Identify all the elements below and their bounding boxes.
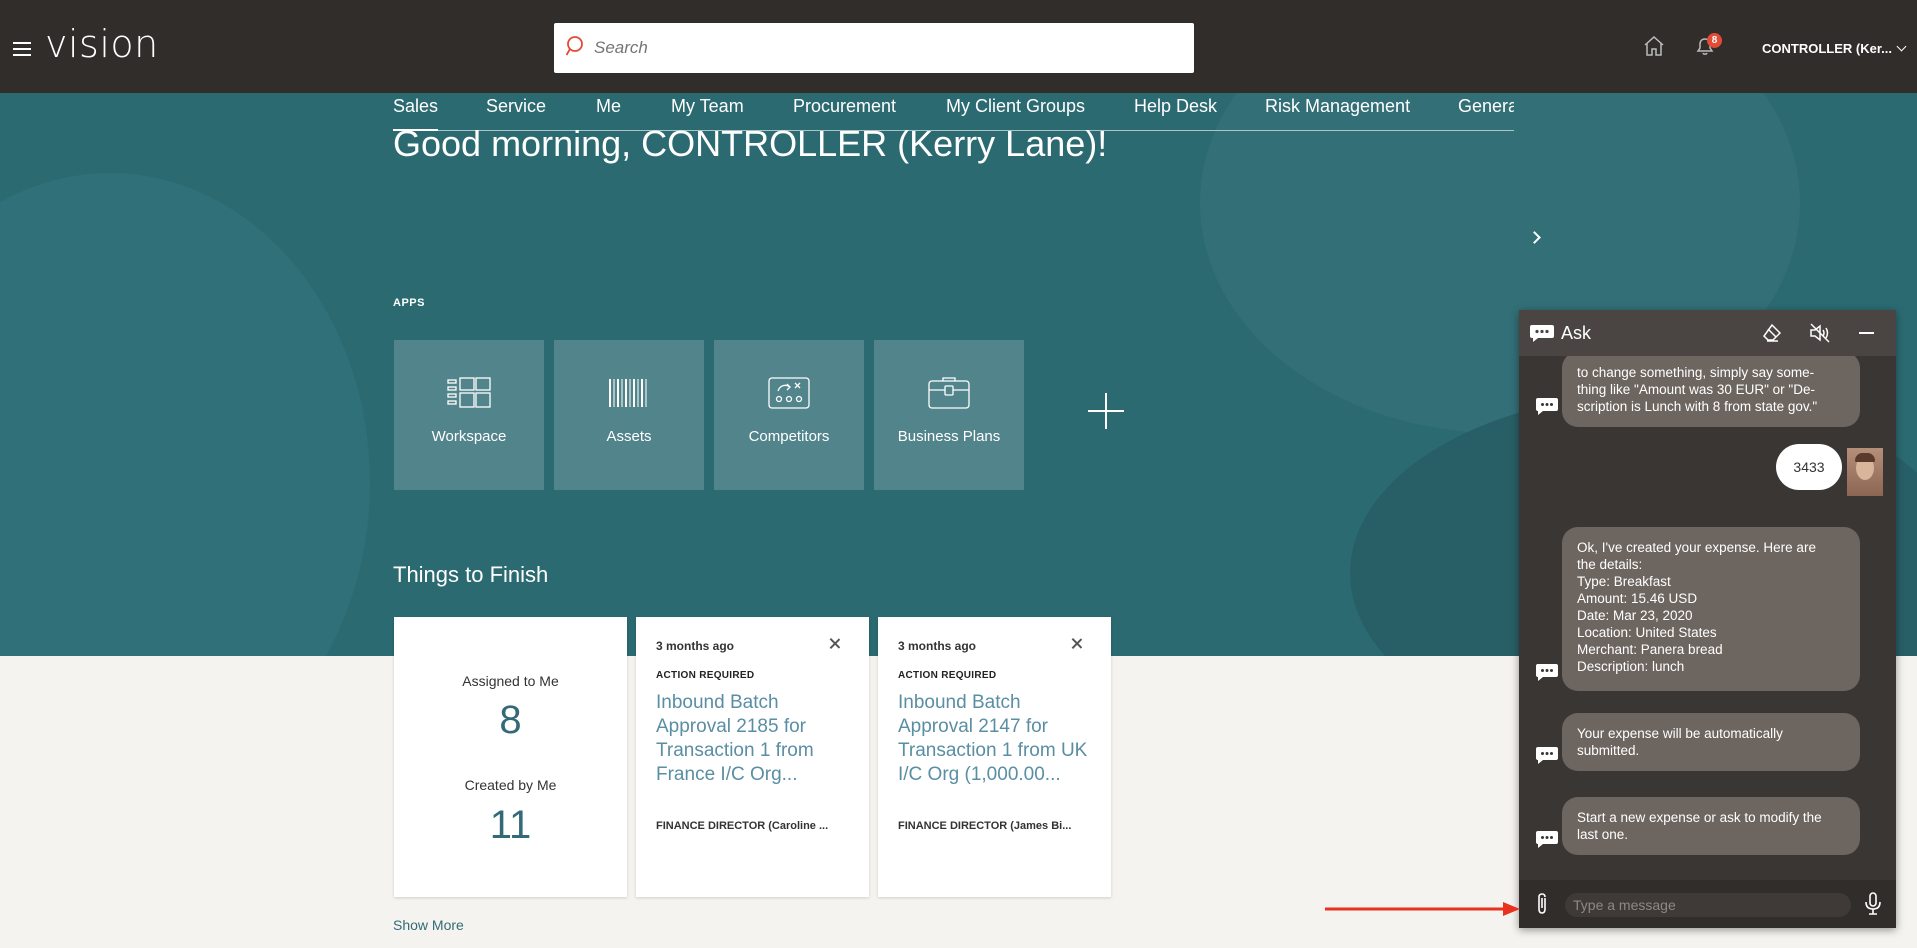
background-shape	[0, 173, 370, 656]
created-by-me-count[interactable]: 11	[394, 803, 627, 848]
task-time: 3 months ago	[656, 639, 735, 653]
mute-icon[interactable]	[1809, 323, 1831, 343]
bot-avatar-icon	[1536, 398, 1558, 415]
user-menu[interactable]: CONTROLLER (Ker...	[1762, 41, 1907, 56]
app-tile-assets[interactable]: Assets	[554, 340, 704, 490]
bot-avatar-icon	[1536, 747, 1558, 764]
bot-message: Your expense will be automatically submi…	[1562, 713, 1860, 771]
hamburger-menu-icon[interactable]	[13, 42, 31, 56]
chat-composer	[1519, 880, 1896, 928]
annotation-arrow-icon	[1325, 902, 1520, 916]
close-icon[interactable]	[828, 637, 842, 651]
task-from: FINANCE DIRECTOR (James Bi...	[898, 820, 1072, 832]
microphone-icon[interactable]	[1864, 892, 1882, 916]
tabs-next-arrow-icon[interactable]	[1528, 228, 1548, 248]
tab-my-client-groups[interactable]: My Client Groups	[946, 96, 1085, 131]
add-app-plus-icon[interactable]	[1088, 393, 1124, 429]
notification-count-badge: 8	[1707, 33, 1722, 48]
chevron-down-icon	[1896, 41, 1907, 52]
user-avatar	[1847, 448, 1883, 496]
task-title-link[interactable]: Inbound Batch Approval 2185 for Transact…	[656, 691, 856, 787]
minimize-icon[interactable]	[1859, 332, 1874, 334]
chat-header: Ask	[1519, 310, 1896, 356]
eraser-icon[interactable]	[1762, 323, 1782, 343]
task-from: FINANCE DIRECTOR (Caroline ...	[656, 820, 829, 832]
task-card[interactable]: 3 months ago ACTION REQUIRED Inbound Bat…	[878, 617, 1111, 897]
app-logo[interactable]: vision	[45, 22, 159, 66]
attachment-paperclip-icon[interactable]	[1534, 892, 1550, 916]
task-time: 3 months ago	[898, 639, 977, 653]
app-tile-label: Workspace	[431, 428, 507, 445]
tab-help-desk[interactable]: Help Desk	[1134, 96, 1217, 131]
task-status: ACTION REQUIRED	[898, 670, 997, 681]
apps-section-label: APPS	[393, 297, 425, 309]
briefcase-icon	[928, 377, 970, 409]
tab-risk-management[interactable]: Risk Management	[1265, 96, 1410, 131]
bot-message: Ok, I've created your expense. Here are …	[1562, 527, 1860, 691]
chat-panel: Ask to change something, simply say some…	[1519, 310, 1896, 928]
summary-card: Assigned to Me 8 Created by Me 11	[394, 617, 627, 897]
created-by-me-label: Created by Me	[464, 777, 557, 793]
assigned-to-me-count[interactable]: 8	[394, 698, 627, 743]
app-tile-workspace[interactable]: Workspace	[394, 340, 544, 490]
workspace-icon	[447, 377, 491, 408]
user-message: 3433	[1776, 444, 1842, 490]
chat-title: Ask	[1561, 323, 1592, 343]
user-menu-label: CONTROLLER (Ker...	[1762, 41, 1893, 56]
chat-messages: to change something, simply say some- th…	[1519, 356, 1896, 880]
tab-general[interactable]: Genera	[1458, 96, 1514, 131]
search-input[interactable]	[594, 23, 1184, 73]
top-bar: vision 8 CONTROLLER (Ker...	[0, 0, 1917, 93]
tab-sales[interactable]: Sales	[393, 96, 439, 131]
competitors-icon	[768, 377, 810, 409]
task-title-link[interactable]: Inbound Batch Approval 2147 for Transact…	[898, 691, 1098, 787]
app-tile-label: Assets	[606, 428, 652, 445]
assigned-to-me-label: Assigned to Me	[462, 673, 559, 689]
task-card[interactable]: 3 months ago ACTION REQUIRED Inbound Bat…	[636, 617, 869, 897]
close-icon[interactable]	[1070, 637, 1084, 651]
app-tile-business-plans[interactable]: Business Plans	[874, 340, 1024, 490]
app-tile-label: Competitors	[748, 428, 830, 445]
app-tile-label: Business Plans	[897, 428, 1001, 445]
barcode-icon	[609, 379, 647, 407]
bot-avatar-icon	[1536, 831, 1558, 848]
global-search[interactable]	[554, 23, 1194, 73]
tab-strip: Sales Service Me My Team Procurement My …	[393, 96, 1514, 136]
tab-me[interactable]: Me	[596, 96, 621, 131]
home-icon[interactable]	[1643, 36, 1665, 56]
bot-message: to change something, simply say some- th…	[1562, 356, 1860, 427]
bot-message: Start a new expense or ask to modify the…	[1562, 797, 1860, 855]
show-more-link[interactable]: Show More	[393, 917, 464, 933]
tab-procurement[interactable]: Procurement	[793, 96, 896, 131]
tab-my-team[interactable]: My Team	[671, 96, 744, 131]
search-icon	[566, 36, 583, 56]
tab-service[interactable]: Service	[486, 96, 546, 131]
task-status: ACTION REQUIRED	[656, 670, 755, 681]
bot-avatar-icon	[1536, 664, 1558, 681]
chat-bubble-icon	[1530, 325, 1554, 342]
things-to-finish-title: Things to Finish	[393, 562, 549, 587]
chat-message-input[interactable]	[1565, 893, 1851, 917]
app-tile-competitors[interactable]: Competitors	[714, 340, 864, 490]
